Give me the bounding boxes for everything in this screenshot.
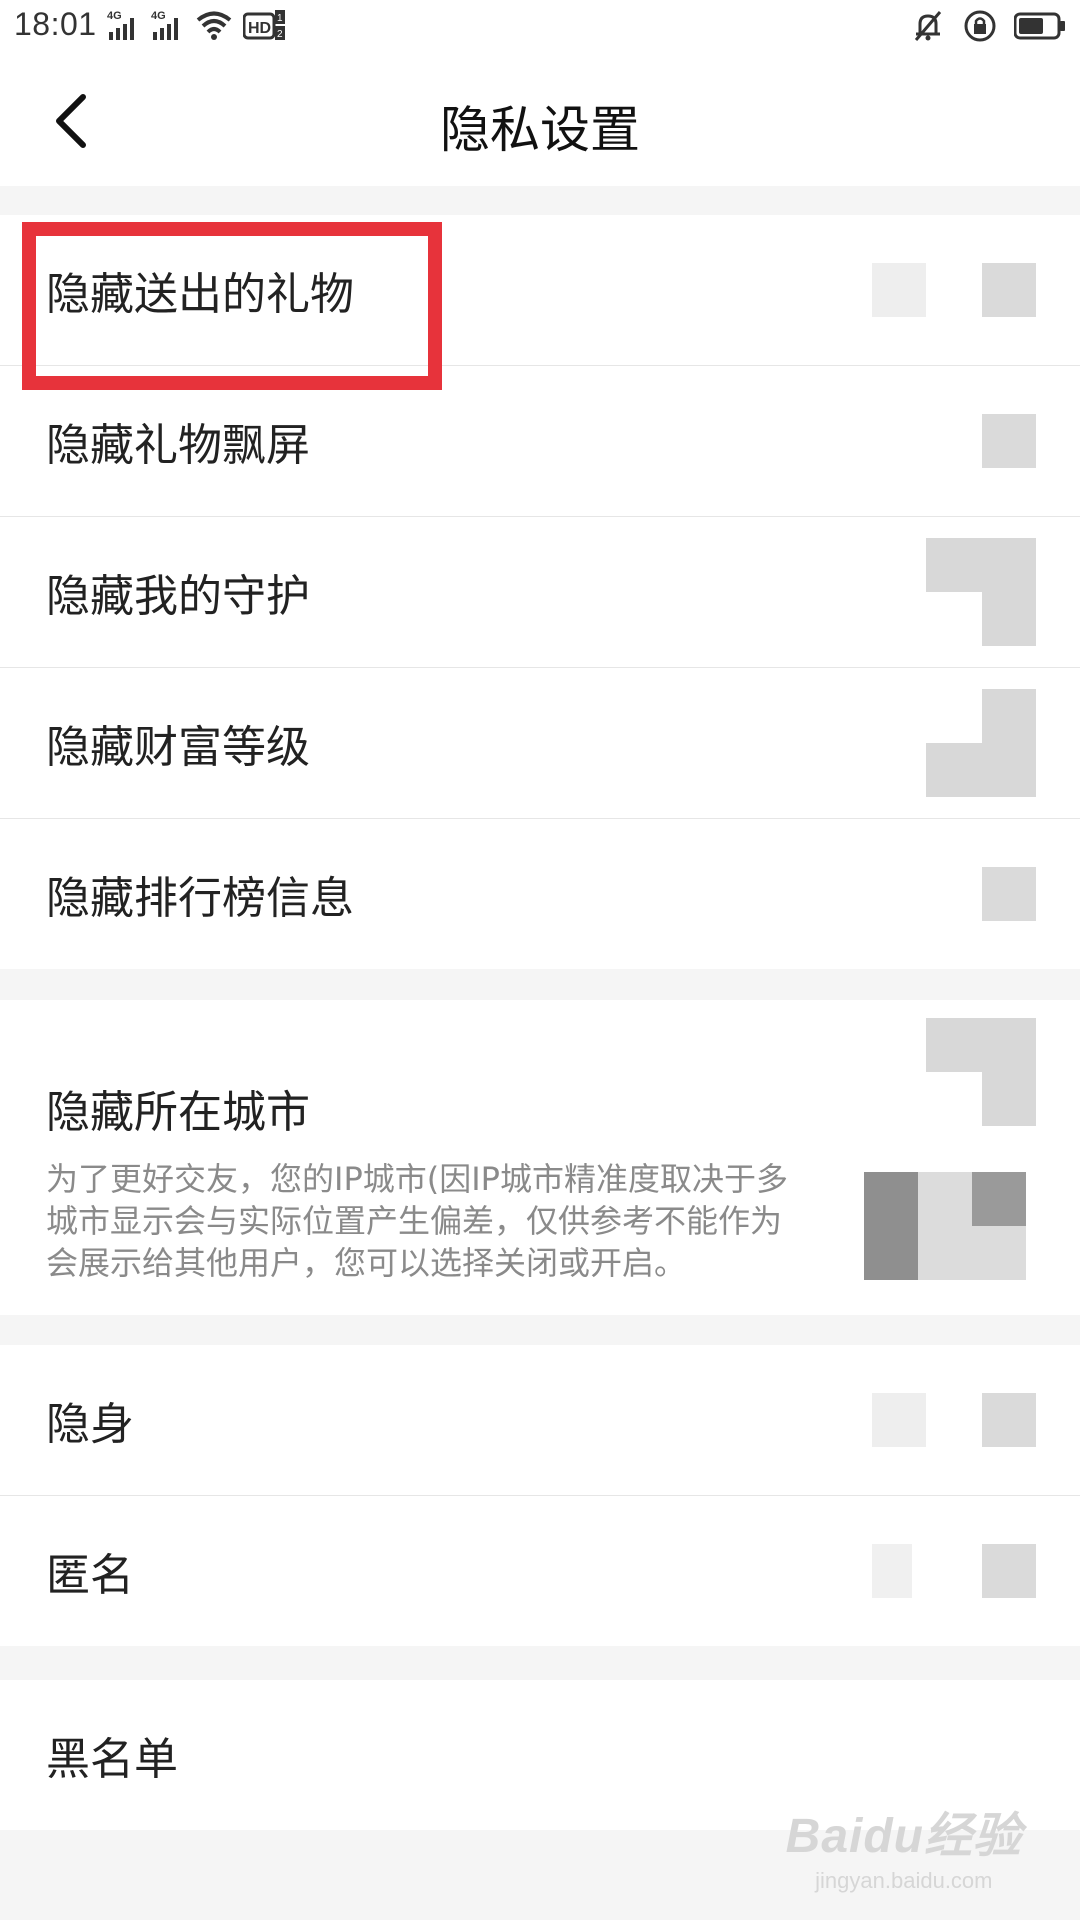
setting-label: 隐藏送出的礼物 — [46, 269, 354, 320]
page-title: 隐私设置 — [440, 101, 640, 159]
svg-text:4G: 4G — [107, 10, 122, 22]
setting-label: 隐身 — [46, 1399, 134, 1450]
svg-text:1: 1 — [277, 13, 283, 24]
toggle-anonymous[interactable] — [872, 1544, 1036, 1598]
rotation-lock-icon — [964, 10, 996, 42]
toggle-hide-sent-gifts[interactable] — [872, 263, 1036, 317]
setting-row-hide-sent-gifts[interactable]: 隐藏送出的礼物 — [0, 215, 1080, 366]
setting-row-hide-gift-banner[interactable]: 隐藏礼物飘屏 — [0, 366, 1080, 517]
status-time: 18:01 — [14, 6, 97, 42]
setting-row-anonymous[interactable]: 匿名 — [0, 1496, 1080, 1646]
setting-label: 隐藏财富等级 — [46, 722, 310, 773]
setting-label: 匿名 — [46, 1550, 134, 1601]
toggle-hide-gift-banner[interactable] — [872, 414, 1036, 468]
setting-row-hide-my-guardian[interactable]: 隐藏我的守护 — [0, 517, 1080, 668]
status-left: 18:01 4G 4G HD 1 2 — [14, 6, 287, 43]
svg-text:HD: HD — [248, 20, 271, 37]
setting-label: 黑名单 — [46, 1734, 178, 1785]
section-visibility: 隐藏送出的礼物 隐藏礼物飘屏 隐藏我的守护 隐藏财富等级 隐藏排行榜信息 — [0, 215, 1080, 969]
setting-label: 隐藏礼物飘屏 — [46, 420, 310, 471]
setting-row-invisible[interactable]: 隐身 — [0, 1345, 1080, 1496]
setting-description: 为了更好交友，您的IP城市(因IP城市精准度取决于多 城市显示会与实际位置产生偏… — [46, 1160, 788, 1282]
wifi-icon — [196, 11, 231, 40]
setting-row-hide-ranking-info[interactable]: 隐藏排行榜信息 — [0, 819, 1080, 969]
watermark-logo: Baidu经验 — [785, 1810, 1022, 1863]
battery-icon — [1014, 12, 1065, 40]
toggle-hide-city[interactable] — [872, 1018, 1036, 1126]
setting-label: 隐藏所在城市 — [46, 1087, 310, 1138]
toggle-hide-ranking-info[interactable] — [872, 867, 1036, 921]
svg-text:4G: 4G — [151, 10, 166, 22]
section-stealth: 隐身 匿名 — [0, 1345, 1080, 1646]
setting-label: 隐藏排行榜信息 — [46, 873, 354, 924]
setting-label: 隐藏我的守护 — [46, 571, 310, 622]
svg-text:2: 2 — [277, 29, 283, 40]
watermark-url: jingyan.baidu.com — [815, 1868, 993, 1893]
toggle-invisible[interactable] — [872, 1393, 1036, 1447]
obscured-region — [820, 1150, 1036, 1290]
toggle-hide-my-guardian[interactable] — [872, 538, 1036, 646]
setting-row-hide-wealth-level[interactable]: 隐藏财富等级 — [0, 668, 1080, 819]
signal-4g-icon-2: 4G — [151, 10, 178, 40]
section-location: 隐藏所在城市 为了更好交友，您的IP城市(因IP城市精准度取决于多 城市显示会与… — [0, 1000, 1080, 1315]
header-bar: 隐私设置 — [0, 56, 1080, 186]
hd-icon: HD 1 2 — [242, 9, 285, 40]
signal-4g-icon: 4G — [107, 10, 134, 40]
toggle-hide-wealth-level[interactable] — [872, 689, 1036, 797]
status-right — [910, 8, 1066, 44]
status-bar: 18:01 4G 4G HD 1 2 — [0, 0, 1080, 56]
mute-bell-icon — [914, 11, 942, 41]
setting-row-hide-city[interactable]: 隐藏所在城市 为了更好交友，您的IP城市(因IP城市精准度取决于多 城市显示会与… — [0, 1000, 1080, 1315]
watermark: Baidu经验 jingyan.baidu.com — [786, 1796, 1022, 1894]
